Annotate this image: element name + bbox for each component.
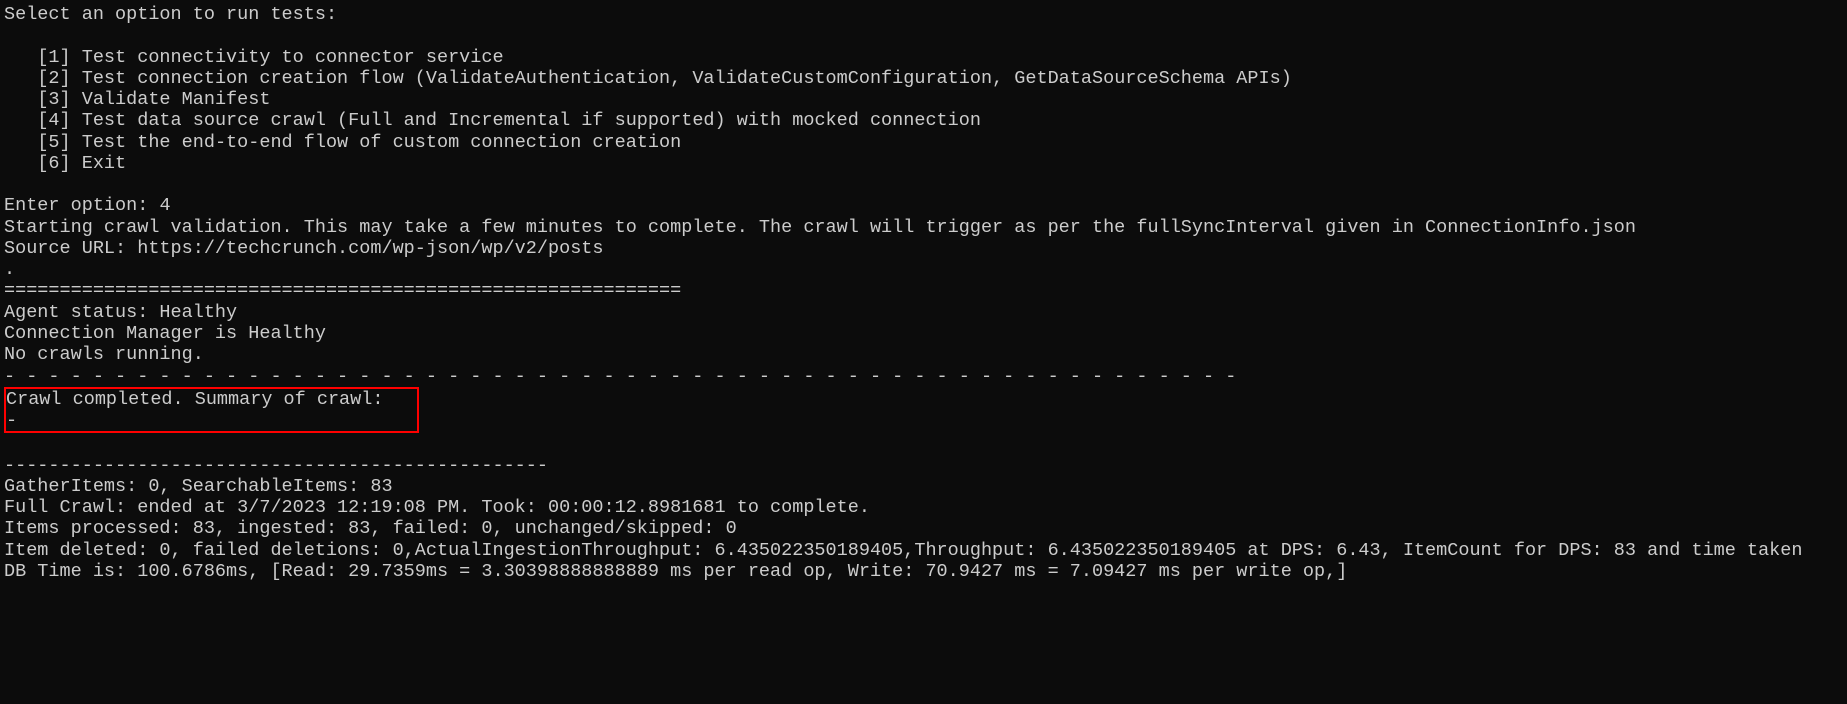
option-6: [6] Exit — [37, 153, 126, 174]
items-processed: Items processed: 83, ingested: 83, faile… — [4, 518, 737, 539]
gather-items: GatherItems: 0, SearchableItems: 83 — [4, 476, 393, 497]
full-crawl-ended: Full Crawl: ended at 3/7/2023 12:19:08 P… — [4, 497, 870, 518]
source-url: Source URL: https://techcrunch.com/wp-js… — [4, 238, 604, 259]
divider-dash-2: ----------------------------------------… — [4, 455, 548, 476]
option-2: [2] Test connection creation flow (Valid… — [37, 68, 1292, 89]
input-prompt: Enter option: — [4, 195, 148, 216]
crawls-status: No crawls running. — [4, 344, 204, 365]
option-3: [3] Validate Manifest — [37, 89, 270, 110]
dot: . — [4, 259, 15, 280]
divider-dash: - - - - - - - - - - - - - - - - - - - - … — [4, 366, 1236, 387]
db-time: DB Time is: 100.6786ms, [Read: 29.7359ms… — [4, 561, 1347, 582]
input-value[interactable]: 4 — [159, 195, 170, 216]
starting-msg: Starting crawl validation. This may take… — [4, 217, 1636, 238]
divider-eq: ========================================… — [4, 280, 681, 301]
option-4: [4] Test data source crawl (Full and Inc… — [37, 110, 981, 131]
prompt-header: Select an option to run tests: — [4, 4, 337, 25]
conn-mgr-status: Connection Manager is Healthy — [4, 323, 326, 344]
option-1: [1] Test connectivity to connector servi… — [37, 47, 503, 68]
agent-status: Agent status: Healthy — [4, 302, 237, 323]
crawl-summary-header: Crawl completed. Summary of crawl: — [6, 389, 383, 410]
item-deleted: Item deleted: 0, failed deletions: 0,Act… — [4, 540, 1803, 561]
option-5: [5] Test the end-to-end flow of custom c… — [37, 132, 681, 153]
